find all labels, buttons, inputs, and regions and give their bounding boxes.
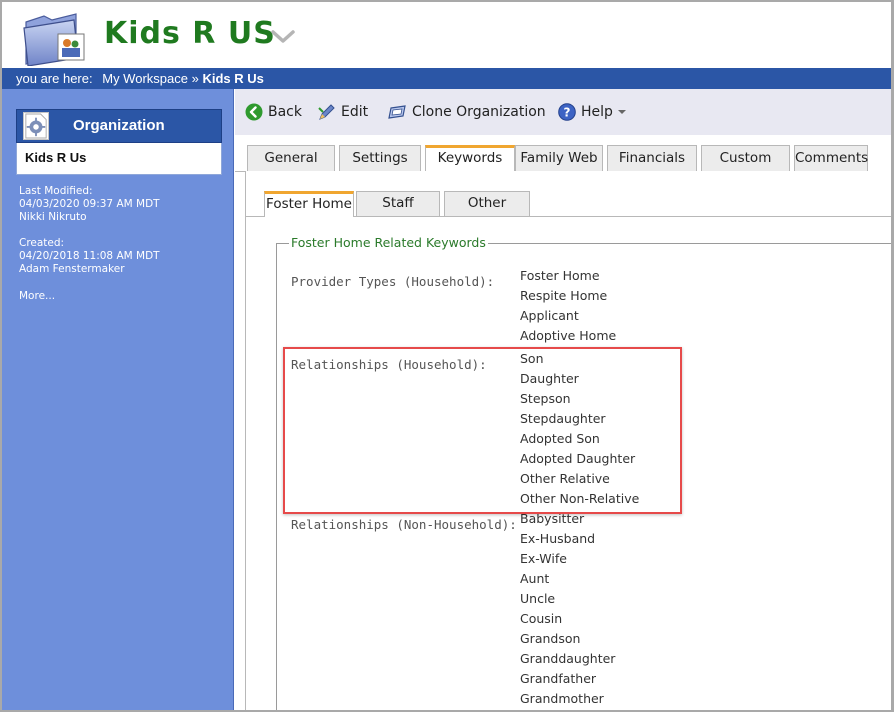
created-label: Created:: [19, 237, 65, 249]
back-button-label: Back: [268, 104, 302, 120]
keyword-list-relationships-non-household: Babysitter Ex-Husband Ex-Wife Aunt Uncle…: [520, 509, 615, 709]
keyword-item: Other Relative: [520, 471, 610, 486]
tab-comments[interactable]: Comments: [794, 145, 868, 171]
svg-text:?: ?: [564, 106, 571, 120]
edit-button-label: Edit: [341, 104, 369, 120]
last-modified-date: 04/03/2020 09:37 AM MDT: [19, 198, 160, 210]
keyword-item: Granddaughter: [520, 651, 616, 666]
clone-organization-label: Clone Organization: [412, 104, 546, 120]
subtab-staff[interactable]: Staff: [356, 191, 440, 216]
keyword-item: Ex-Husband: [520, 531, 596, 546]
edit-button[interactable]: Edit: [318, 101, 368, 123]
keyword-group-label: Relationships (Non-Household):: [291, 517, 517, 532]
keyword-item: Applicant: [520, 308, 579, 323]
keyword-item: Uncle: [520, 591, 556, 606]
last-modified-label: Last Modified:: [19, 185, 93, 197]
breadcrumb-separator: »: [191, 71, 199, 86]
organization-panel: Organization Kids R Us: [16, 109, 222, 175]
tab-keywords[interactable]: Keywords: [425, 145, 515, 172]
keyword-item: Stepson: [520, 391, 571, 406]
keyword-item: Respite Home: [520, 288, 608, 303]
last-modified-by: Nikki Nikruto: [19, 211, 87, 223]
tab-custom[interactable]: Custom: [701, 145, 790, 171]
keyword-group-label: Provider Types (Household):: [291, 274, 495, 289]
keyword-item: Grandmother: [520, 691, 604, 706]
keyword-list-relationships-household: Son Daughter Stepson Stepdaughter Adopte…: [520, 349, 639, 509]
keyword-item: Adopted Daughter: [520, 451, 636, 466]
keyword-item: Babysitter: [520, 511, 585, 526]
created-by: Adam Fenstermaker: [19, 263, 125, 275]
keyword-item: Foster Home: [520, 268, 600, 283]
chevron-down-icon[interactable]: [270, 28, 296, 46]
keyword-list-provider-types: Foster Home Respite Home Applicant Adopt…: [520, 266, 616, 346]
fieldset-legend: Foster Home Related Keywords: [289, 235, 488, 250]
help-menu-button[interactable]: ? Help: [558, 101, 628, 123]
subtab-other[interactable]: Other: [444, 191, 530, 216]
keyword-item: Ex-Wife: [520, 551, 567, 566]
back-arrow-icon: [245, 103, 263, 121]
page-title: Kids R US: [104, 16, 276, 51]
keyword-item: Adoptive Home: [520, 328, 617, 343]
breadcrumb-prefix: you are here:: [16, 71, 93, 86]
tab-settings[interactable]: Settings: [339, 145, 421, 171]
keyword-item: Cousin: [520, 611, 563, 626]
edit-pencil-icon: [318, 104, 335, 120]
help-menu-label: Help: [581, 104, 613, 120]
keyword-item: Adopted Son: [520, 431, 600, 446]
organization-name: Kids R Us: [16, 143, 222, 175]
tab-financials[interactable]: Financials: [607, 145, 697, 171]
keyword-item: Grandfather: [520, 671, 597, 686]
sidebar: Organization Kids R Us Last Modified: 04…: [2, 89, 234, 710]
keyword-item: Stepdaughter: [520, 411, 606, 426]
back-button[interactable]: Back: [245, 101, 302, 123]
more-link[interactable]: More...: [19, 290, 55, 303]
keyword-group-label: Relationships (Household):: [291, 357, 487, 372]
subtab-foster-home[interactable]: Foster Home: [264, 191, 354, 217]
app-window: Kids R US you are here: My Workspace » K…: [0, 0, 894, 712]
keyword-item: Grandson: [520, 631, 581, 646]
created-date: 04/20/2018 11:08 AM MDT: [19, 250, 160, 262]
settings-gear-icon: [23, 112, 49, 140]
breadcrumb: you are here: My Workspace » Kids R Us: [2, 68, 891, 89]
toolbar: Back Edit Clone Organization ? Help: [235, 89, 891, 135]
created-info: Created: 04/20/2018 11:08 AM MDT Adam Fe…: [19, 237, 160, 276]
help-question-icon: ?: [558, 103, 576, 121]
tab-general[interactable]: General: [247, 145, 335, 171]
last-modified-info: Last Modified: 04/03/2020 09:37 AM MDT N…: [19, 185, 160, 224]
breadcrumb-link-workspace[interactable]: My Workspace: [102, 71, 188, 86]
tab-family-web[interactable]: Family Web: [515, 145, 603, 171]
clone-icon: [388, 105, 406, 119]
header: Kids R US: [2, 2, 891, 68]
caret-down-icon: [617, 110, 626, 114]
organization-folder-icon: [23, 13, 85, 66]
keyword-item: Aunt: [520, 571, 550, 586]
clone-organization-button[interactable]: Clone Organization: [387, 101, 546, 123]
organization-heading: Organization: [16, 109, 222, 143]
organization-heading-label: Organization: [73, 117, 165, 134]
breadcrumb-current: Kids R Us: [202, 71, 264, 86]
keyword-item: Other Non-Relative: [520, 491, 640, 506]
keyword-item: Daughter: [520, 371, 579, 386]
keyword-item: Son: [520, 351, 544, 366]
